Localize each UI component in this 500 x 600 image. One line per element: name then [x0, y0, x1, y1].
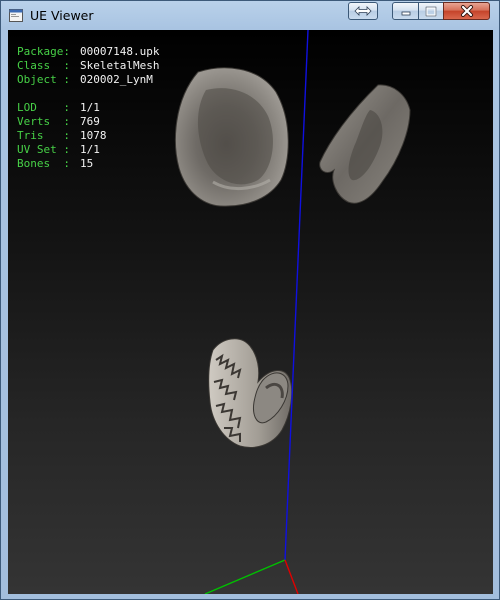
info-label: Verts :: [17, 115, 70, 128]
left-ear-mesh: [175, 67, 289, 207]
maximize-button[interactable]: [418, 2, 444, 20]
minimize-button[interactable]: [392, 2, 419, 20]
restore-button[interactable]: [348, 2, 378, 20]
info-row-package: Package: 00007148.upk: [17, 45, 159, 59]
info-row-class: Class : SkeletalMesh: [17, 59, 159, 73]
info-label: LOD :: [17, 101, 70, 114]
info-value: 769: [80, 115, 100, 128]
info-row-bones: Bones : 15: [17, 157, 159, 171]
mesh-info-overlay: Package: 00007148.upk Class : SkeletalMesh…: [17, 45, 159, 171]
info-value: 1/1: [80, 143, 100, 156]
info-label: UV Set :: [17, 143, 70, 156]
info-value: 15: [80, 157, 94, 170]
info-row-lod: LOD : 1/1: [17, 101, 159, 115]
tail-mesh: [208, 338, 293, 448]
info-row-uvset: UV Set : 1/1: [17, 143, 159, 157]
info-value: 1078: [80, 129, 107, 142]
right-ear-mesh: [319, 84, 411, 204]
info-row-tris: Tris : 1078: [17, 129, 159, 143]
info-value: SkeletalMesh: [80, 59, 160, 72]
info-label: Bones :: [17, 157, 70, 170]
3d-viewport[interactable]: Package: 00007148.upk Class : SkeletalMesh…: [8, 30, 493, 594]
info-label: Tris :: [17, 129, 70, 142]
info-value: 1/1: [80, 101, 100, 114]
maximize-icon: [425, 5, 437, 17]
info-label: Package:: [17, 45, 70, 58]
y-axis: [204, 559, 286, 594]
x-axis: [284, 559, 299, 594]
close-button[interactable]: [443, 2, 490, 20]
info-label: Class :: [17, 59, 70, 72]
info-row-object: Object : 020002_LynM: [17, 73, 159, 87]
close-icon: [460, 5, 473, 17]
minimize-icon: [401, 11, 410, 16]
app-window: UE Viewer Package: 00007148.upk Class: …: [0, 0, 500, 600]
z-axis: [284, 30, 309, 561]
info-row-verts: Verts : 769: [17, 115, 159, 129]
info-label: Object :: [17, 73, 70, 86]
title-bar[interactable]: UE Viewer: [1, 1, 499, 31]
info-value: 00007148.upk: [80, 45, 160, 58]
double-arrow-icon: [354, 6, 372, 16]
app-icon: [9, 9, 23, 22]
window-title: UE Viewer: [30, 8, 94, 23]
info-value: 020002_LynM: [80, 73, 153, 86]
